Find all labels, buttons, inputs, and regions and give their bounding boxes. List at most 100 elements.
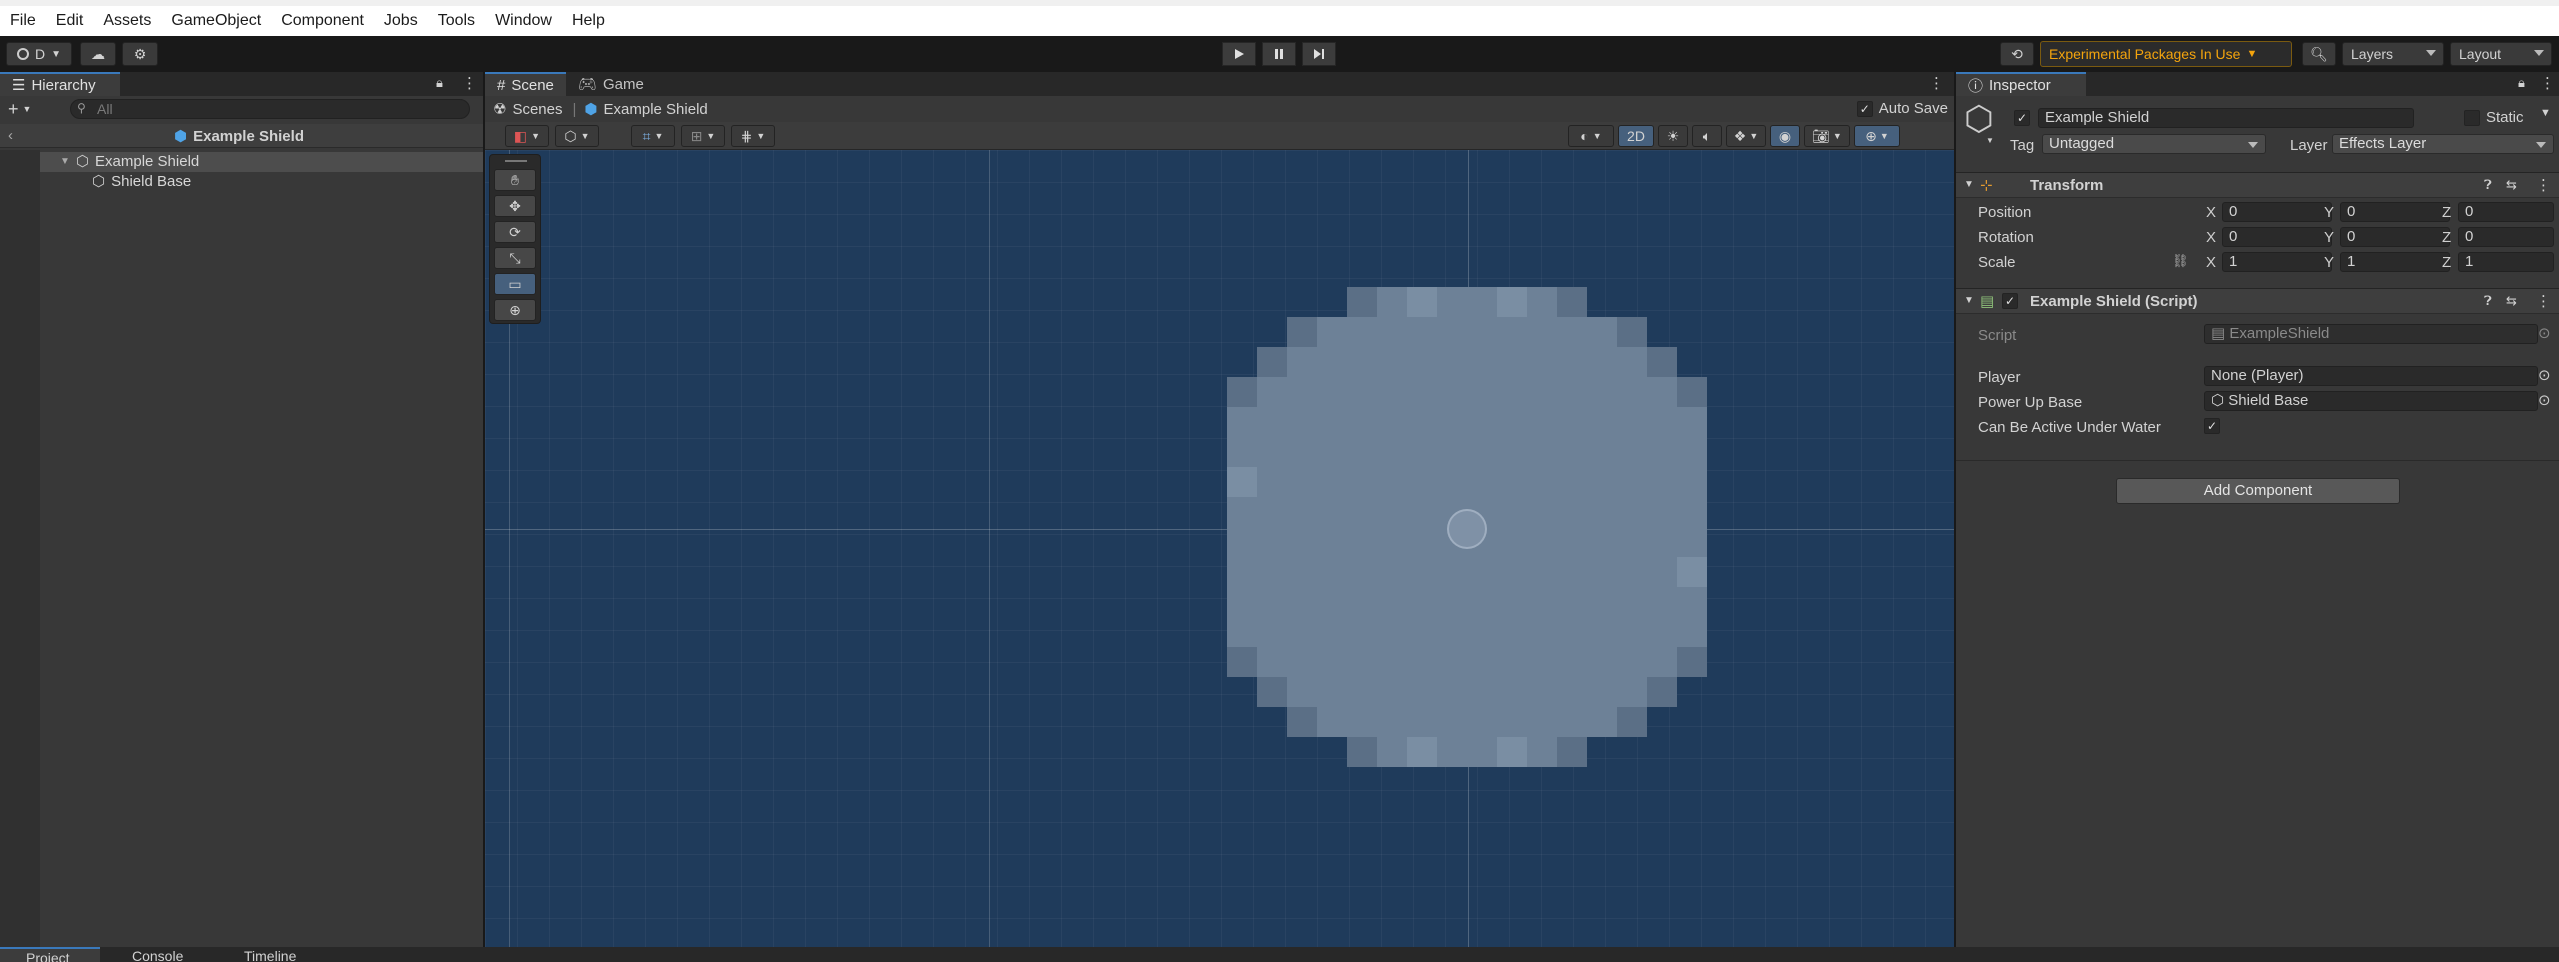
scale-y-field[interactable]: 1 (2340, 252, 2450, 272)
hidden-objects-button[interactable]: ◉ (1770, 125, 1800, 147)
help-icon[interactable]: ❓︎ (2484, 293, 2492, 309)
scale-tool-button[interactable]: ⤡ (494, 247, 536, 269)
cloud-button[interactable]: ☁ (80, 42, 116, 66)
audio-button[interactable]: 🔈︎ (1692, 125, 1722, 147)
gizmos-button[interactable]: ⊕ ▼ (1854, 125, 1900, 147)
script-component-header[interactable]: ▼ ▤ ✓ Example Shield (Script) ❓︎ ⇆ ⋮ (1956, 288, 2559, 314)
pivot-handle[interactable] (1447, 509, 1487, 549)
menu-tools[interactable]: Tools (428, 6, 485, 36)
tab-game[interactable]: 🎮︎ Game (566, 72, 656, 96)
search-button[interactable]: 🔍︎ (2302, 42, 2336, 66)
active-checkbox[interactable]: ✓ (2014, 110, 2030, 126)
chevron-down-icon[interactable]: ▼ (1964, 295, 1974, 306)
increment-snap-button[interactable]: ⊞ ▼ (681, 125, 725, 147)
list-item[interactable]: ⬡ Shield Base (40, 172, 483, 192)
target-icon[interactable]: ⊙ (2538, 324, 2551, 342)
auto-save-checkbox[interactable]: ✓ (1856, 100, 1873, 117)
camera-button[interactable]: 📷︎ ▼ (1804, 125, 1850, 147)
tab-timeline[interactable]: Timeline (220, 947, 320, 962)
step-button[interactable] (1302, 42, 1336, 66)
effects-button[interactable]: ❖ ▼ (1726, 125, 1766, 147)
draw-mode-button[interactable]: ◧ ▼ (505, 125, 549, 147)
list-item[interactable]: ▼ ⬡ Example Shield (40, 152, 483, 172)
help-icon[interactable]: ❓︎ (2484, 177, 2492, 193)
component-enabled-checkbox[interactable]: ✓ (2002, 293, 2018, 309)
history-button[interactable]: ⟲ (2000, 42, 2034, 66)
chevron-down-icon[interactable]: ▼ (1964, 179, 1974, 190)
layer-dropdown[interactable]: Effects Layer (2332, 134, 2554, 154)
layout-dropdown[interactable]: Layout (2450, 42, 2552, 66)
more-options-icon[interactable]: ⋮ (462, 74, 477, 92)
more-options-icon[interactable]: ⋮ (2540, 74, 2555, 92)
position-y-field[interactable]: 0 (2340, 202, 2450, 222)
link-icon[interactable]: ⛓︎ (2172, 253, 2189, 269)
grid-snap-button[interactable]: ⌗ ▼ (631, 125, 675, 147)
under-water-checkbox[interactable]: ✓ (2204, 418, 2220, 434)
more-options-icon[interactable]: ⋮ (2536, 176, 2551, 194)
menu-help[interactable]: Help (562, 6, 615, 36)
tag-dropdown[interactable]: Untagged (2042, 134, 2266, 154)
lighting-button[interactable]: ☀ (1658, 125, 1688, 147)
preset-icon[interactable]: ⇆ (2506, 293, 2517, 309)
chevron-down-icon[interactable]: ▼ (60, 152, 70, 172)
chevron-down-icon[interactable]: ▼ (23, 104, 32, 114)
more-options-icon[interactable]: ⋮ (2536, 292, 2551, 310)
play-button[interactable] (1222, 42, 1256, 66)
tab-project[interactable]: Project (0, 947, 100, 962)
scale-x-field[interactable]: 1 (2222, 252, 2332, 272)
chevron-down-icon[interactable]: ▼ (1986, 136, 1994, 145)
move-tool-button[interactable]: ✥ (494, 195, 536, 217)
tab-scene[interactable]: # Scene (485, 72, 566, 96)
add-component-button[interactable]: Add Component (2116, 478, 2400, 504)
rotation-x-field[interactable]: 0 (2222, 227, 2332, 247)
transform-tool-button[interactable]: ⊕ (494, 299, 536, 321)
preset-icon[interactable]: ⇆ (2506, 177, 2517, 193)
render-mode-button[interactable]: ⬡ ▼ (555, 125, 599, 147)
rotation-y-field[interactable]: 0 (2340, 227, 2450, 247)
rect-tool-button[interactable]: ▭ (494, 273, 536, 295)
experimental-packages-button[interactable]: Experimental Packages In Use ▼ (2040, 41, 2292, 67)
add-icon[interactable]: + (8, 99, 19, 120)
auto-save-toggle[interactable]: ✓ Auto Save (1856, 100, 1948, 117)
target-icon[interactable]: ⊙ (2538, 366, 2551, 384)
power-up-field[interactable]: ⬡ Shield Base (2204, 391, 2538, 411)
lock-icon[interactable]: 🔒︎ (2518, 75, 2525, 91)
object-name-field[interactable]: Example Shield (2038, 108, 2414, 128)
menu-gameobject[interactable]: GameObject (161, 6, 271, 36)
menu-window[interactable]: Window (485, 6, 562, 36)
grid-visibility-button[interactable]: ⋕ ▼ (731, 125, 775, 147)
menu-file[interactable]: File (0, 6, 46, 36)
rotate-tool-button[interactable]: ⟳ (494, 221, 536, 243)
tab-hierarchy[interactable]: ☰ Hierarchy (0, 72, 120, 96)
more-options-icon[interactable]: ⋮ (1929, 74, 1944, 92)
menu-jobs[interactable]: Jobs (374, 6, 428, 36)
account-button[interactable]: D ▼ (6, 42, 72, 66)
hand-tool-button[interactable]: ✋︎ (494, 169, 536, 191)
pause-button[interactable] (1262, 42, 1296, 66)
toggle-2d-button[interactable]: 2D (1618, 125, 1654, 147)
static-checkbox[interactable] (2464, 110, 2480, 126)
chevron-down-icon[interactable]: ▼ (2540, 107, 2551, 119)
shading-button[interactable]: ◐ ▼ (1568, 125, 1614, 147)
menu-edit[interactable]: Edit (46, 6, 94, 36)
menu-assets[interactable]: Assets (93, 6, 161, 36)
rotation-z-field[interactable]: 0 (2458, 227, 2554, 247)
layers-dropdown[interactable]: Layers (2342, 42, 2444, 66)
palette-grip[interactable] (505, 160, 527, 162)
back-icon[interactable]: ‹ (8, 127, 13, 144)
tab-console[interactable]: Console (108, 947, 198, 962)
breadcrumb-root[interactable]: Scenes (512, 101, 562, 118)
target-icon[interactable]: ⊙ (2538, 391, 2551, 409)
player-field[interactable]: None (Player) (2204, 366, 2538, 386)
position-z-field[interactable]: 0 (2458, 202, 2554, 222)
breadcrumb-item[interactable]: Example Shield (604, 101, 708, 118)
scene-viewport[interactable]: ✋︎ ✥ ⟳ ⤡ ▭ ⊕ (485, 150, 1954, 947)
hierarchy-search-input[interactable]: ⚲ All (70, 99, 470, 119)
position-x-field[interactable]: 0 (2222, 202, 2332, 222)
scale-z-field[interactable]: 1 (2458, 252, 2554, 272)
transform-header[interactable]: ▼ ⊹ Transform ❓︎ ⇆ ⋮ (1956, 172, 2559, 198)
menu-component[interactable]: Component (271, 6, 374, 36)
lock-icon[interactable]: 🔒︎ (436, 75, 443, 91)
collab-button[interactable]: ⚙ (122, 42, 158, 66)
tab-inspector[interactable]: ⓘ Inspector (1956, 72, 2086, 96)
